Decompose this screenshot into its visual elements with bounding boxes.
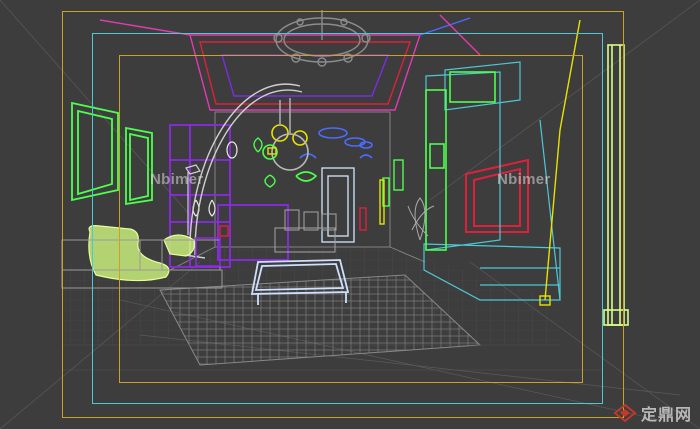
ceiling-trim (99, 14, 481, 111)
viewport-3d[interactable]: Nbimer Nbimer 定鼎网 (0, 0, 700, 429)
plant (407, 197, 435, 241)
back-wall-sconces (299, 127, 373, 159)
logo-icon (613, 403, 637, 423)
right-wall-frames (382, 159, 404, 207)
center-furniture (274, 209, 337, 253)
accent-items (219, 207, 367, 237)
chandelier (273, 10, 371, 67)
perspective-lines (0, 0, 700, 429)
watermark-right: Nbimer (497, 171, 551, 188)
doorway (321, 167, 355, 243)
scene-wireframe (0, 0, 700, 429)
right-column-green (425, 71, 496, 251)
watermark-left: Nbimer (150, 171, 204, 188)
site-logo: 定鼎网 (613, 401, 692, 425)
logo-text: 定鼎网 (640, 405, 692, 424)
right-pillar (603, 44, 629, 326)
left-wall-frames (71, 101, 153, 206)
